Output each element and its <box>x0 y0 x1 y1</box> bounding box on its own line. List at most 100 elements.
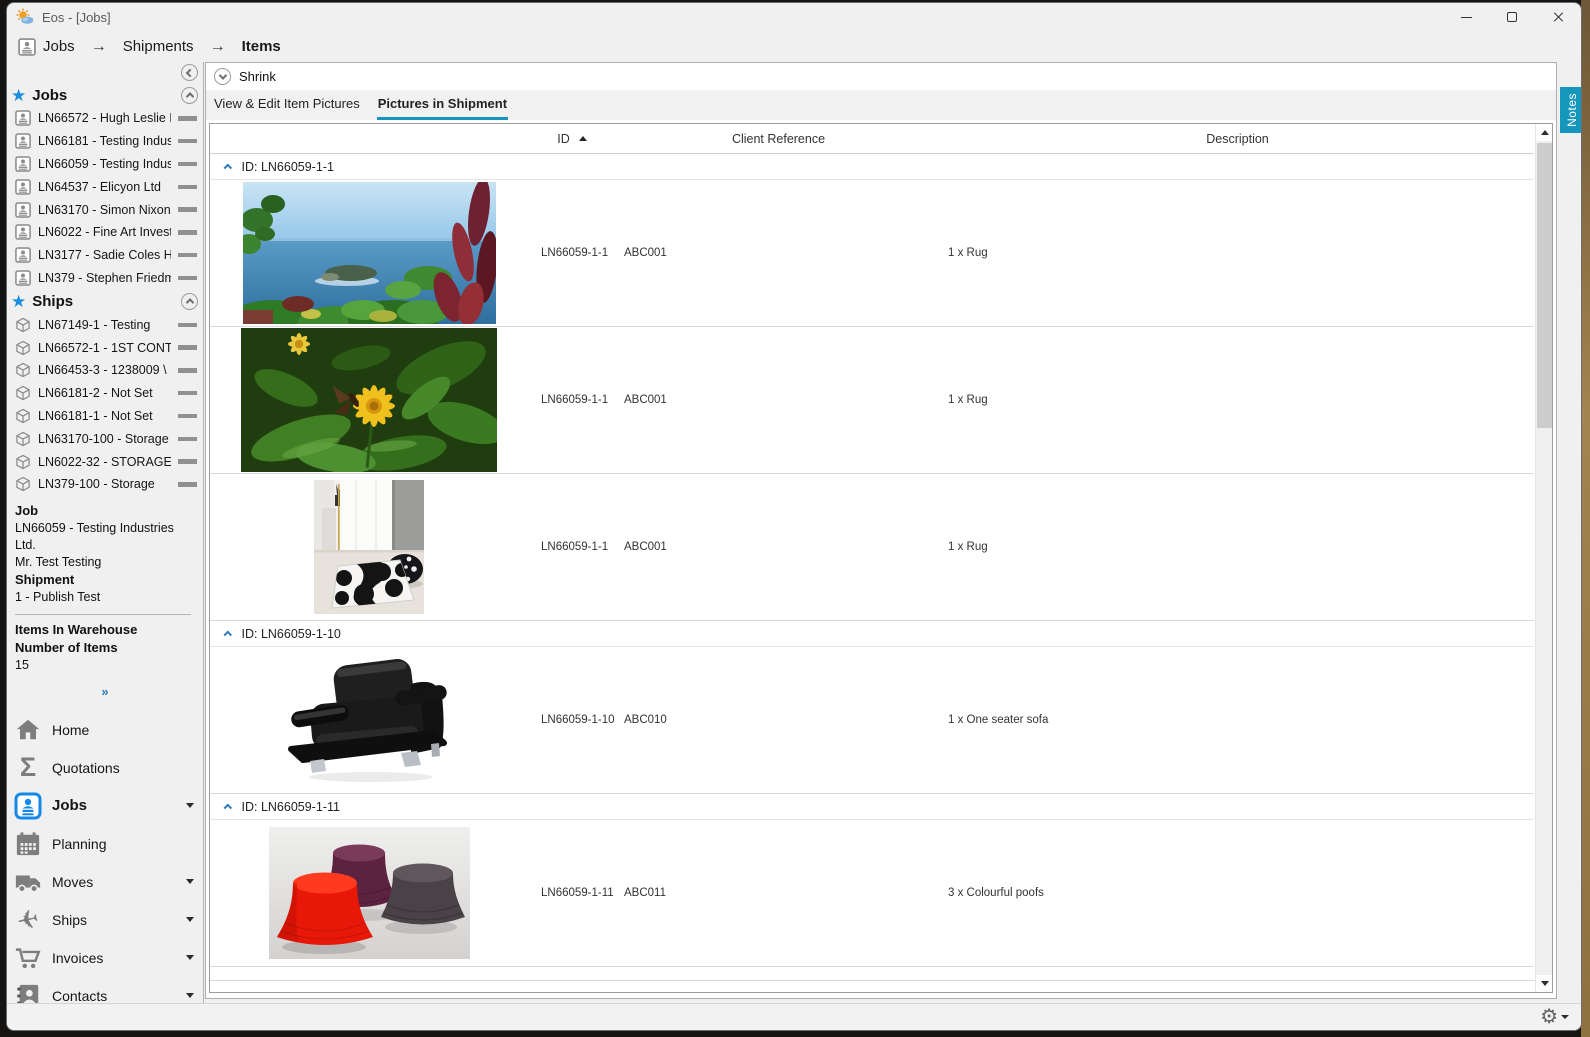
jobs-section-collapse-button[interactable] <box>181 86 198 104</box>
nav-item-invoices[interactable]: Invoices <box>7 939 203 977</box>
group-header[interactable]: ID: LN66059-1-10 <box>210 621 1534 647</box>
notes-side-tab[interactable]: Notes <box>1560 87 1581 133</box>
table-row[interactable]: LN66059-1-11 ABC011 3 x Colourful poofs <box>210 820 1534 967</box>
chevron-down-icon[interactable] <box>1561 1015 1569 1019</box>
ship-item-label: LN67149-1 - Testing <box>38 317 151 332</box>
table-row[interactable]: LN66059-1-1 ABC001 1 x Rug <box>210 327 1534 474</box>
ship-list-item[interactable]: LN67149-1 - Testing <box>7 313 203 336</box>
ship-list-item[interactable]: LN66181-2 - Not Set <box>7 382 203 405</box>
scroll-down-button[interactable] <box>1536 975 1552 992</box>
drag-handle-icon <box>178 116 197 121</box>
breadcrumb-items[interactable]: Items <box>242 38 281 55</box>
nav-item-quotations[interactable]: Σ Quotations <box>7 749 203 787</box>
coastal-landscape-photo <box>242 182 496 324</box>
job-list-item[interactable]: LN63170 - Simon Nixon <box>7 198 203 221</box>
ship-list-item[interactable]: LN66453-3 - 1238009 \ Import <box>7 359 203 382</box>
group-header[interactable]: ID: LN66059-1-1 <box>210 154 1534 180</box>
group-header[interactable]: ID: LN66059-1-11 <box>210 794 1534 820</box>
table-row[interactable]: LN66059-1-1 ABC001 1 x Rug <box>210 180 1534 327</box>
breadcrumb-arrow-icon: → <box>90 37 107 55</box>
job-list-item[interactable]: LN66572 - Hugh Leslie Design <box>7 107 203 130</box>
chevron-down-icon <box>186 993 194 999</box>
tab-pictures-in-shipment[interactable]: Pictures in Shipment <box>376 91 509 120</box>
nav-item-planning[interactable]: Planning <box>7 825 203 863</box>
window-title: Eos - [Jobs] <box>42 9 111 25</box>
cell-description: 3 x Colourful poofs <box>948 887 1044 899</box>
breadcrumb-shipments[interactable]: Shipments <box>123 38 194 55</box>
airplane-icon: ✈ <box>14 902 42 937</box>
drag-handle-icon <box>178 459 197 464</box>
ships-section-collapse-button[interactable] <box>181 292 198 310</box>
job-list-item[interactable]: LN6022 - Fine Art Investment <box>7 221 203 244</box>
nav-label: Jobs <box>52 797 88 815</box>
job-list-item[interactable]: LN379 - Stephen Friedman Gallery <box>7 267 203 290</box>
ship-list-item[interactable]: LN379-100 - Storage <box>7 473 203 496</box>
close-button[interactable] <box>1535 3 1581 31</box>
ship-list-item[interactable]: LN66181-1 - Not Set <box>7 405 203 428</box>
nav-item-ships[interactable]: ✈ Ships <box>7 901 203 939</box>
nav-item-home[interactable]: Home <box>7 711 203 749</box>
triangle-up-icon <box>1540 130 1549 135</box>
description-column-header[interactable]: Description <box>941 132 1534 146</box>
table-row[interactable]: LN66059-1-10 ABC010 1 x One seater sofa <box>210 647 1534 794</box>
sidebar-section-ships: ★ Ships <box>7 289 203 313</box>
table-row[interactable]: LN66059-1-1 ABC001 1 x Rug <box>210 474 1534 621</box>
sidebar-collapse-button[interactable] <box>181 64 198 81</box>
id-column-header[interactable]: ID <box>528 132 616 146</box>
cell-description: 1 x Rug <box>948 247 988 259</box>
title-bar: Eos - [Jobs] <box>7 3 1581 31</box>
chevron-left-icon <box>185 68 194 77</box>
ship-list-item[interactable]: LN66572-1 - 1ST CONTAINER <box>7 336 203 359</box>
shrink-button[interactable] <box>214 68 231 85</box>
minimize-button[interactable] <box>1443 3 1489 31</box>
ship-item-label: LN66181-1 - Not Set <box>38 408 153 423</box>
nav-item-moves[interactable]: Moves <box>7 863 203 901</box>
cell-id: LN66059-1-1 <box>541 394 609 406</box>
flower-butterfly-photo <box>241 328 497 472</box>
job-list-item[interactable]: LN3177 - Sadie Coles HQ <box>7 244 203 267</box>
tab-view-edit-item-pictures[interactable]: View & Edit Item Pictures <box>213 91 361 120</box>
vertical-scrollbar[interactable] <box>1535 124 1552 992</box>
chevron-up-icon <box>185 298 194 308</box>
job-card-icon <box>15 178 31 195</box>
scrollbar-thumb[interactable] <box>1537 143 1552 428</box>
number-of-items-value: 15 <box>15 657 29 672</box>
ship-item-label: LN66453-3 - 1238009 \ Import <box>38 363 171 378</box>
address-book-icon <box>14 982 42 1003</box>
drag-handle-icon <box>178 413 197 419</box>
job-card-icon <box>15 110 31 127</box>
scroll-up-button[interactable] <box>1536 124 1552 141</box>
notes-tab-label: Notes <box>1565 93 1579 127</box>
gear-icon[interactable]: ⚙ <box>1540 1007 1558 1027</box>
nav-item-jobs[interactable]: Jobs <box>7 787 203 825</box>
shipment-label: Shipment <box>15 572 75 588</box>
ship-list-item[interactable]: LN63170-100 - Storage <box>7 427 203 450</box>
job-card-icon <box>15 133 31 149</box>
job-value-line1: LN66059 - Testing Industries Ltd. <box>15 520 174 552</box>
maximize-button[interactable] <box>1489 3 1535 31</box>
package-icon <box>16 385 30 401</box>
cell-client-reference: ABC011 <box>624 887 666 899</box>
breadcrumb-jobs[interactable]: Jobs <box>18 37 75 56</box>
job-list-item[interactable]: LN64537 - Elicyon Ltd <box>7 175 203 198</box>
cell-client-reference: ABC001 <box>624 247 667 259</box>
nav-label: Planning <box>52 835 107 852</box>
job-item-label: LN63170 - Simon Nixon <box>38 202 171 217</box>
job-label: Job <box>15 502 39 518</box>
client-reference-column-header[interactable]: Client Reference <box>616 132 941 146</box>
cell-description: 1 x One seater sofa <box>948 714 1049 726</box>
job-list-item[interactable]: LN66181 - Testing Industries Ltd <box>7 130 203 153</box>
ship-list-item[interactable]: LN6022-32 - STORAGE <box>7 450 203 473</box>
expand-more-link[interactable]: » <box>7 684 203 699</box>
sort-ascending-icon <box>578 136 587 141</box>
breadcrumb: Jobs → Shipments → Items <box>7 31 1581 62</box>
ship-item-label: LN63170-100 - Storage <box>38 431 169 446</box>
job-item-label: LN3177 - Sadie Coles HQ <box>38 248 171 263</box>
ship-item-label: LN6022-32 - STORAGE <box>38 454 171 469</box>
nav-item-contacts[interactable]: Contacts <box>7 977 203 1003</box>
job-card-icon <box>18 37 36 56</box>
id-header-label: ID <box>557 131 570 146</box>
shipment-value: 1 - Publish Test <box>15 590 101 605</box>
number-of-items-label: Number of Items <box>15 639 118 655</box>
job-list-item[interactable]: LN66059 - Testing Industries Ltd <box>7 153 203 176</box>
